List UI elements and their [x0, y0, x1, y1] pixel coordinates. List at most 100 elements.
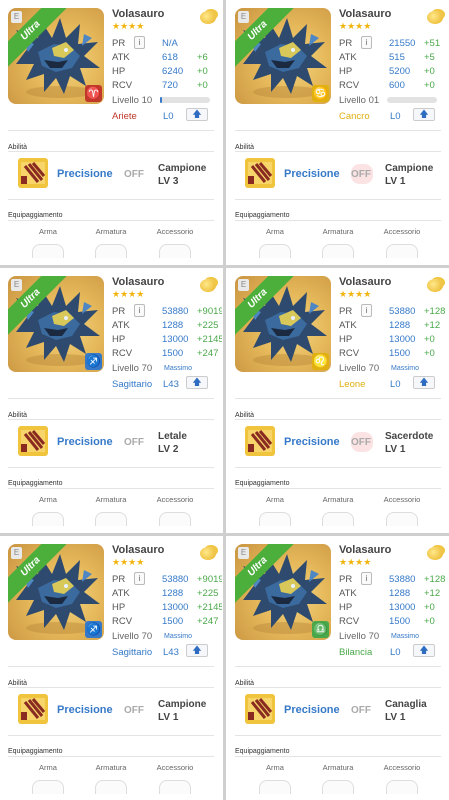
stat-label: HP — [112, 334, 126, 345]
stat-label: RCV — [339, 616, 360, 627]
leader-skill: Campione LV 3 — [158, 162, 206, 188]
accessory-slot[interactable] — [159, 244, 191, 258]
info-icon[interactable]: i — [361, 304, 372, 317]
weapon-slot[interactable] — [32, 512, 64, 526]
dragon-portrait[interactable]: E Ultra ♐ — [8, 276, 104, 372]
leo-icon: ♌ — [312, 353, 329, 370]
accessory-slot[interactable] — [159, 780, 191, 794]
claw-skill-icon[interactable] — [18, 158, 48, 188]
max-level-label: Massimo — [391, 633, 420, 640]
dragon-card[interactable]: E Ultra ♐ Volasauro ★★★★ PR i 53880 +901… — [0, 268, 222, 532]
gold-coins-icon[interactable] — [427, 279, 443, 292]
upgrade-button[interactable]: 🡅 — [413, 376, 435, 389]
dragon-portrait[interactable]: E Ultra ♋ — [235, 8, 331, 104]
stat-label: HP — [339, 334, 353, 345]
accessory-slot[interactable] — [386, 244, 418, 258]
claw-skill-icon[interactable] — [18, 426, 48, 456]
skill-name[interactable]: Precisione — [57, 168, 113, 180]
armor-slot[interactable] — [322, 244, 354, 258]
info-icon[interactable]: i — [134, 304, 145, 317]
armor-slot[interactable] — [95, 512, 127, 526]
rarity-stars-icon: ★★★★ — [112, 21, 145, 31]
dragon-portrait[interactable]: E Ultra ♌ — [235, 276, 331, 372]
dragon-portrait[interactable]: E Ultra ♎ — [235, 544, 331, 640]
gold-coins-icon[interactable] — [200, 547, 216, 560]
dragon-card[interactable]: E Ultra ♌ Volasauro ★★★★ PR i 53880 +128 — [227, 268, 449, 532]
info-icon[interactable]: i — [361, 572, 372, 585]
dragon-card[interactable]: E Ultra ♋ Volasauro ★★★★ PR i 21550 +51 — [227, 0, 449, 264]
abilities-label: Abilità — [8, 144, 28, 151]
armor-slot[interactable] — [95, 244, 127, 258]
off-toggle[interactable]: OFF — [124, 437, 144, 448]
off-toggle[interactable]: OFF — [124, 705, 144, 716]
stat-label: RCV — [339, 348, 360, 359]
level-progress-bar — [160, 97, 210, 103]
upgrade-button[interactable]: 🡅 — [413, 644, 435, 657]
weapon-slot[interactable] — [32, 780, 64, 794]
skill-name[interactable]: Precisione — [57, 436, 113, 448]
rarity-stars-icon: ★★★★ — [112, 557, 145, 567]
gold-coins-icon[interactable] — [427, 11, 443, 24]
dragon-card[interactable]: E Ultra ♐ Volasauro ★★★★ PR i 53880 +901… — [0, 536, 222, 800]
dragon-portrait[interactable]: E Ultra ♐ — [8, 544, 104, 640]
stat-label: ATK — [112, 320, 130, 331]
stat-increase: +225 — [197, 320, 219, 331]
accessory-slot[interactable] — [386, 512, 418, 526]
claw-skill-icon[interactable] — [245, 694, 275, 724]
accessory-slot[interactable] — [386, 780, 418, 794]
weapon-slot[interactable] — [259, 780, 291, 794]
upgrade-button[interactable]: 🡅 — [186, 644, 208, 657]
claw-skill-icon[interactable] — [245, 426, 275, 456]
stat-label: PR — [339, 306, 353, 317]
weapon-slot[interactable] — [259, 512, 291, 526]
stat-value: 13000 — [162, 602, 189, 613]
info-icon[interactable]: i — [134, 572, 145, 585]
off-toggle[interactable]: OFF — [124, 169, 144, 180]
armor-slot-label: Armatura — [95, 495, 127, 504]
gold-coins-icon[interactable] — [427, 547, 443, 560]
skill-name[interactable]: Precisione — [57, 704, 113, 716]
off-toggle[interactable]: OFF — [351, 169, 371, 180]
leader-skill-level: LV 1 — [385, 444, 406, 455]
sagittarius-icon: ♐ — [85, 621, 102, 638]
info-icon[interactable]: i — [361, 36, 372, 49]
level-text: Livello 01 — [339, 95, 380, 106]
abilities-label: Abilità — [235, 680, 255, 687]
gold-coins-icon[interactable] — [200, 11, 216, 24]
dragon-name: Volasauro — [339, 544, 392, 556]
element-badge: E — [238, 279, 249, 291]
leader-skill-name: Sacerdote — [385, 431, 434, 442]
armor-slot-label: Armatura — [95, 763, 127, 772]
section-divider — [235, 220, 441, 221]
upgrade-button[interactable]: 🡅 — [186, 376, 208, 389]
accessory-slot-label: Accessorio — [156, 495, 194, 504]
accessory-slot[interactable] — [159, 512, 191, 526]
armor-slot[interactable] — [322, 780, 354, 794]
claw-skill-icon[interactable] — [245, 158, 275, 188]
stat-value: 6240 — [162, 66, 184, 77]
skill-name[interactable]: Precisione — [284, 436, 340, 448]
skill-name[interactable]: Precisione — [284, 704, 340, 716]
max-level-label: Massimo — [391, 365, 420, 372]
stat-increase: +9019 — [197, 574, 222, 585]
weapon-slot[interactable] — [259, 244, 291, 258]
dragon-card[interactable]: E Ultra ♈ Volasauro ★★★★ PR i N/A ATK 61… — [0, 0, 222, 264]
upgrade-button[interactable]: 🡅 — [186, 108, 208, 121]
weapon-slot[interactable] — [32, 244, 64, 258]
claw-skill-icon[interactable] — [18, 694, 48, 724]
leader-skill: Campione LV 1 — [158, 698, 206, 724]
gold-coins-icon[interactable] — [200, 279, 216, 292]
off-toggle[interactable]: OFF — [351, 705, 371, 716]
armor-slot[interactable] — [95, 780, 127, 794]
stat-value: 53880 — [162, 306, 189, 317]
skill-name[interactable]: Precisione — [284, 168, 340, 180]
stat-value: 1288 — [389, 320, 411, 331]
section-divider — [235, 130, 441, 131]
dragon-card[interactable]: E Ultra ♎ Volasauro ★★★★ PR i 53880 +128 — [227, 536, 449, 800]
dragon-portrait[interactable]: E Ultra ♈ — [8, 8, 104, 104]
info-icon[interactable]: i — [134, 36, 145, 49]
armor-slot[interactable] — [322, 512, 354, 526]
stat-label: RCV — [112, 80, 133, 91]
off-toggle[interactable]: OFF — [351, 437, 371, 448]
upgrade-button[interactable]: 🡅 — [413, 108, 435, 121]
